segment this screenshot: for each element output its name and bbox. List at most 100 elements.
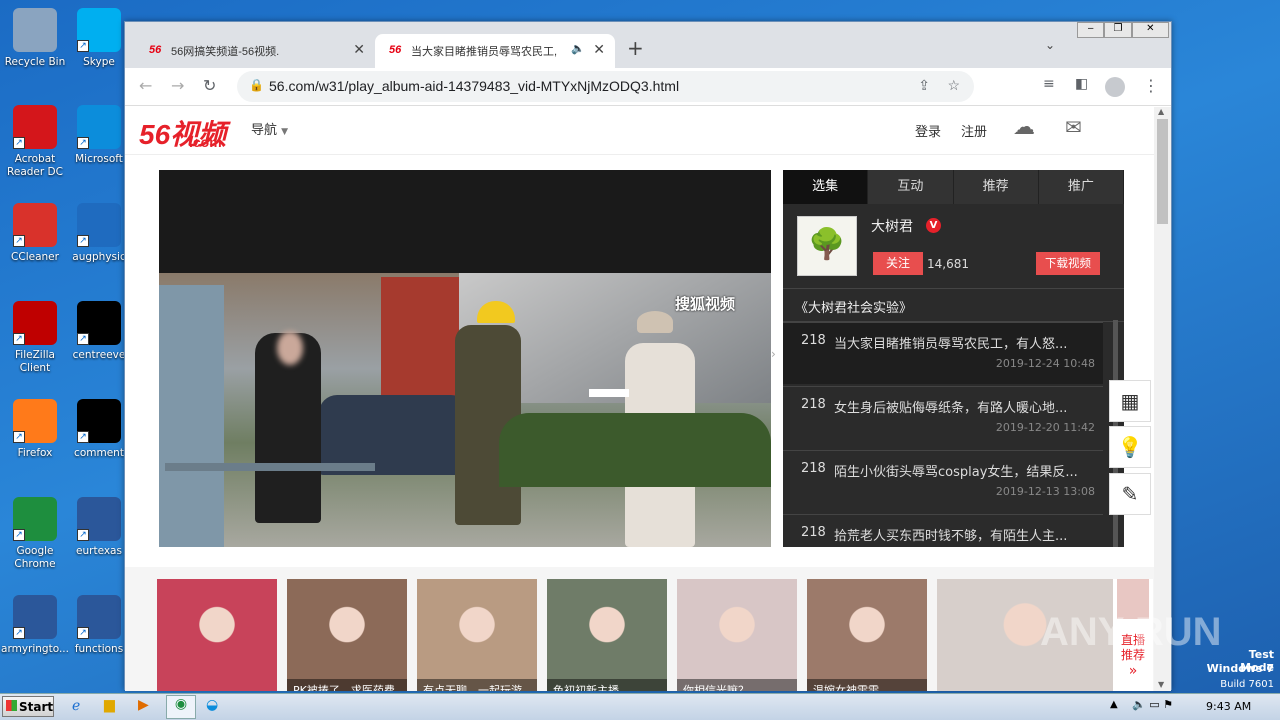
start-button[interactable]: Start — [2, 696, 54, 717]
desktop-icon[interactable]: ↗ armyringto... — [0, 595, 70, 656]
desktop-icon-label: FileZilla Client — [15, 349, 55, 374]
episode-item[interactable]: 218 拾荒老人买东西时钱不够，有陌生人主... — [783, 514, 1103, 547]
desktop-icon[interactable]: Recycle Bin — [0, 8, 70, 69]
follower-count: 14,681 — [927, 257, 969, 271]
episode-date: 2019-12-13 13:08 — [995, 485, 1095, 498]
ie-taskbar-icon[interactable]: ℯ — [72, 698, 80, 714]
reload-icon[interactable]: ↻ — [203, 76, 216, 95]
side-panel-icon[interactable]: ◧ — [1075, 76, 1088, 92]
desktop-icon-label: Recycle Bin — [4, 56, 66, 68]
minimize-button[interactable]: ‒ — [1077, 22, 1105, 38]
desktop-icon-label: Acrobat Reader DC — [7, 153, 63, 178]
follow-button[interactable]: 关注 — [873, 252, 923, 275]
episode-item[interactable]: 218 当大家目睹推销员辱骂农民工，有人怒... 2019-12-24 10:48 — [783, 322, 1103, 384]
tips-button[interactable]: 💡 — [1109, 426, 1151, 468]
episode-item[interactable]: 218 陌生小伙街头辱骂cosplay女生，结果反... 2019-12-13 13… — [783, 450, 1103, 512]
web-page: 56视频 .com 导航 ▼ 登录 注册 ☁ ✉ 搜狐视频 › 选集 互动 推荐 … — [125, 107, 1155, 691]
tab-promote[interactable]: 推广 — [1039, 170, 1124, 204]
share-icon[interactable]: ⇪ — [918, 77, 930, 94]
shortcut-arrow-icon: ↗ — [13, 235, 25, 247]
desktop-icon-label: Firefox — [17, 447, 53, 459]
verified-badge-icon: V — [926, 218, 941, 233]
tab-search-icon[interactable]: ⌄ — [1045, 38, 1055, 52]
profile-avatar[interactable] — [1105, 77, 1125, 97]
56-favicon-icon: 56 — [389, 44, 402, 56]
app-icon: ↗ — [13, 399, 57, 443]
shortcut-arrow-icon: ↗ — [13, 137, 25, 149]
tab-interact[interactable]: 互动 — [868, 170, 954, 204]
episode-date: 2019-12-20 11:42 — [995, 421, 1095, 434]
audio-playing-icon[interactable]: 🔈 — [571, 42, 585, 55]
taskbar-clock: 9:43 AM — [1206, 700, 1252, 713]
video-player[interactable]: 搜狐视频 — [159, 170, 771, 547]
windows-logo-icon — [6, 700, 17, 711]
desktop-icon[interactable]: ↗ Firefox — [0, 399, 70, 460]
desktop-icon[interactable]: ↗ CCleaner — [0, 203, 70, 264]
login-link[interactable]: 登录 — [915, 121, 941, 140]
nav-dropdown[interactable]: 导航 ▼ — [251, 119, 288, 138]
desktop-icon[interactable]: ↗ Acrobat Reader DC — [0, 105, 70, 179]
desktop-icon-label: armyringto... — [1, 643, 69, 655]
qr-code-button[interactable]: ▦ — [1109, 380, 1151, 422]
anyrun-watermark: ANY RUN — [1040, 610, 1222, 654]
download-video-button[interactable]: 下载视频 — [1036, 252, 1100, 275]
menu-kebab-icon[interactable]: ⋮ — [1143, 76, 1159, 95]
app-icon: ↗ — [13, 105, 57, 149]
scroll-up-icon[interactable]: ▲ — [1158, 107, 1164, 116]
address-bar[interactable]: 🔒 56.com/w31/play_album-aid-14379483_vid… — [237, 71, 974, 102]
site-header: 56视频 .com 导航 ▼ 登录 注册 ☁ ✉ — [125, 107, 1155, 155]
tray-expand-icon[interactable]: ▲ — [1110, 699, 1118, 710]
live-thumbnail[interactable] — [157, 579, 277, 691]
feedback-button[interactable]: ✎ — [1109, 473, 1151, 515]
thumbnail-caption: 温婉女神雯雯 — [807, 679, 927, 691]
app-icon: ↗ — [13, 595, 57, 639]
close-tab-icon[interactable]: ✕ — [593, 41, 605, 58]
maximize-button[interactable]: ❐ — [1104, 22, 1132, 38]
episode-number: 218 — [801, 333, 826, 348]
shortcut-arrow-icon: ↗ — [77, 529, 89, 541]
forward-icon[interactable]: → — [171, 76, 184, 95]
episode-title: 陌生小伙街头辱骂cosplay女生，结果反... — [834, 465, 1078, 480]
tray-icons[interactable]: 🔈 ▭ ⚑ — [1132, 698, 1173, 711]
live-thumbnail[interactable]: 有点无聊，一起玩游 — [417, 579, 537, 691]
media-controls-icon[interactable]: ≡ — [1043, 76, 1055, 92]
media-player-taskbar-icon[interactable]: ▶ — [138, 697, 149, 713]
mail-icon[interactable]: ✉ — [1065, 115, 1082, 139]
lightbulb-icon: 💡 — [1117, 435, 1143, 459]
back-icon[interactable]: ← — [139, 76, 152, 95]
live-thumbnail[interactable]: 色初初新主播 — [547, 579, 667, 691]
close-window-button[interactable]: ✕ — [1131, 22, 1169, 38]
live-thumbnail[interactable]: PK被揍了，求医药费 — [287, 579, 407, 691]
edge-taskbar-icon[interactable]: ◒ — [206, 697, 218, 713]
bookmark-star-icon[interactable]: ☆ — [947, 77, 960, 94]
shortcut-arrow-icon: ↗ — [13, 333, 25, 345]
desktop-icon[interactable]: ↗ FileZilla Client — [0, 301, 70, 375]
tab-episodes[interactable]: 选集 — [783, 170, 869, 204]
desktop-icon[interactable]: ↗ Google Chrome — [0, 497, 70, 571]
chrome-taskbar-icon[interactable]: ◉ — [166, 695, 196, 719]
channel-name[interactable]: 大树君 — [871, 216, 913, 236]
side-panel: 选集 互动 推荐 推广 🌳 大树君 V 关注 14,681 下载视频 《大树君社… — [783, 170, 1124, 547]
site-logo[interactable]: 56视频 .com — [139, 113, 226, 153]
scroll-down-icon[interactable]: ▼ — [1158, 680, 1164, 689]
episode-item[interactable]: 218 女生身后被贴侮辱纸条，有路人暖心地... 2019-12-20 11:42 — [783, 386, 1103, 448]
page-scrollbar[interactable]: ▲ ▼ — [1154, 107, 1171, 691]
episode-title: 当大家目睹推销员辱骂农民工，有人怒... — [834, 337, 1068, 352]
tab-current-video[interactable]: 56 当大家目睹推销员辱骂农民工, 🔈 ✕ — [375, 34, 615, 68]
upload-cloud-icon[interactable]: ☁ — [1013, 115, 1035, 140]
lock-icon[interactable]: 🔒 — [249, 78, 264, 92]
episode-title: 女生身后被贴侮辱纸条，有路人暖心地... — [834, 401, 1068, 416]
live-thumbnail[interactable]: 温婉女神雯雯 — [807, 579, 927, 691]
tab-recommend[interactable]: 推荐 — [954, 170, 1039, 204]
scroll-thumb[interactable] — [1157, 119, 1168, 224]
collapse-side-arrow-icon[interactable]: › — [771, 347, 776, 361]
register-link[interactable]: 注册 — [961, 121, 987, 140]
channel-avatar[interactable]: 🌳 — [797, 216, 857, 276]
close-tab-icon[interactable]: ✕ — [353, 41, 365, 58]
album-title[interactable]: 《大树君社会实验》 — [783, 288, 1124, 322]
live-thumbnail[interactable]: 你相信光嘛？ — [677, 579, 797, 691]
tab-56-funny[interactable]: 56 56网搞笑频道-56视频. ✕ — [135, 34, 375, 68]
explorer-taskbar-icon[interactable]: ▆ — [104, 697, 115, 713]
video-frame — [159, 273, 771, 547]
new-tab-button[interactable]: + — [627, 36, 644, 60]
